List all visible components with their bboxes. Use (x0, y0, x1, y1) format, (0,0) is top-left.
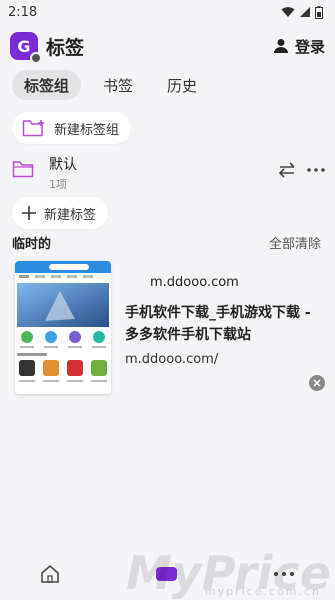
app-logo-badge (30, 52, 42, 64)
login-label: 登录 (294, 37, 325, 56)
section-header: 临时的 全部清除 (12, 233, 321, 252)
home-icon[interactable] (40, 564, 60, 584)
page-thumbnail (15, 261, 111, 394)
folder-add-icon (22, 120, 44, 137)
section-title: 临时的 (12, 237, 52, 252)
tab-label: 标签组 (24, 76, 70, 95)
new-tab-group-button[interactable]: 新建标签组 (12, 112, 132, 144)
tab-label: 历史 (167, 76, 198, 95)
tab-tab-groups[interactable]: 标签组 (12, 70, 82, 100)
app-logo[interactable]: G (10, 32, 42, 64)
group-actions (277, 160, 325, 180)
tab-title: 手机软件下载_手机游戏下载 - 多多软件手机下载站 (125, 305, 311, 343)
tab-bar: 标签组 书签 历史 (12, 70, 209, 100)
signal-icon (300, 7, 310, 17)
app-logo-letter: G (17, 36, 31, 56)
folder-icon (12, 161, 34, 178)
plus-icon (22, 206, 36, 220)
tab-history[interactable]: 历史 (155, 70, 209, 100)
page-thumbnail-image (15, 261, 111, 382)
header: G 标签 登录 (10, 30, 325, 64)
tab-bookmarks[interactable]: 书签 (91, 70, 145, 100)
user-icon (273, 39, 288, 53)
swap-icon[interactable] (277, 160, 297, 180)
page-title: 标签 (46, 36, 85, 59)
tab-domain: m.ddooo.com (150, 275, 239, 290)
status-bar: 2:18 (0, 0, 335, 24)
group-name: 默认 (49, 157, 77, 173)
battery-icon (315, 5, 323, 19)
tab-card[interactable]: m.ddooo.com 手机软件下载_手机游戏下载 - 多多软件手机下载站 m.… (12, 258, 325, 398)
clear-all-button[interactable]: 全部清除 (269, 233, 321, 252)
header-left: G 标签 (10, 32, 85, 64)
login-button[interactable]: 登录 (273, 36, 325, 57)
tab-url: m.ddooo.com/ (125, 352, 219, 367)
more-icon[interactable] (307, 167, 325, 173)
status-time: 2:18 (8, 4, 38, 20)
watermark-sub: myprice.com.cn (204, 585, 321, 598)
status-icons (281, 5, 323, 19)
new-tab-button[interactable]: 新建标签 (12, 197, 109, 229)
new-tab-label: 新建标签 (44, 207, 97, 223)
close-icon (313, 379, 321, 387)
tab-label: 书签 (103, 76, 134, 95)
new-tab-group-label: 新建标签组 (54, 122, 120, 138)
group-count: 1项 (49, 178, 67, 191)
wifi-icon (281, 7, 295, 17)
tab-group-row[interactable]: 默认 1项 (12, 152, 325, 192)
close-tab-button[interactable] (309, 375, 325, 391)
